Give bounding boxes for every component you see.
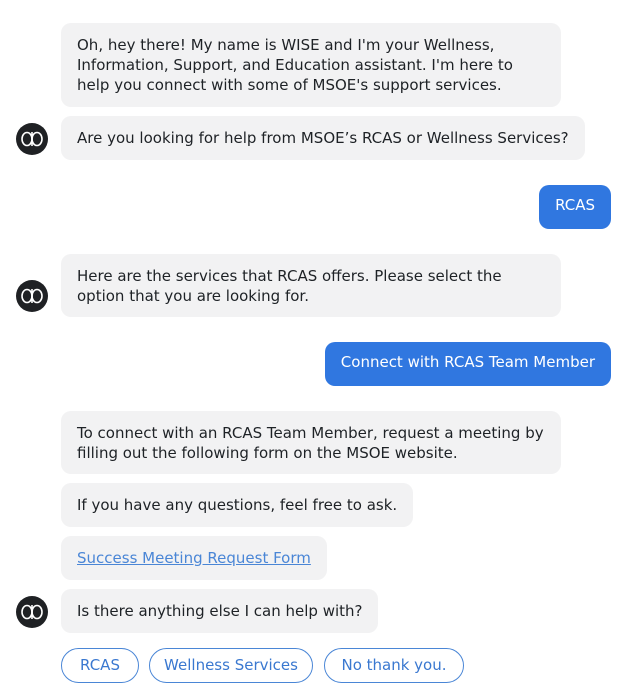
wise-bot-logo-icon bbox=[21, 288, 43, 304]
bot-message-connect-info: To connect with an RCAS Team Member, req… bbox=[61, 411, 561, 474]
bot-message-questions: If you have any questions, feel free to … bbox=[61, 483, 414, 527]
bot-message-link-bubble: Success Meeting Request Form bbox=[61, 536, 327, 580]
bot-message-anything-else: Is there anything else I can help with? bbox=[61, 589, 379, 633]
bot-message-services: Here are the services that RCAS offers. … bbox=[61, 254, 561, 317]
quick-reply-rcas-button[interactable]: RCAS bbox=[61, 648, 139, 683]
user-message-connect: Connect with RCAS Team Member bbox=[324, 342, 611, 386]
chat-transcript: Oh, hey there! My name is WISE and I'm y… bbox=[0, 0, 621, 695]
wise-bot-logo-icon bbox=[21, 131, 43, 147]
bot-avatar-icon bbox=[16, 596, 48, 628]
success-meeting-request-form-link[interactable]: Success Meeting Request Form bbox=[77, 549, 311, 567]
wise-bot-logo-icon bbox=[21, 604, 43, 620]
user-message-rcas: RCAS bbox=[539, 185, 611, 229]
bot-message-intro: Oh, hey there! My name is WISE and I'm y… bbox=[61, 23, 561, 107]
bot-message-question: Are you looking for help from MSOE’s RCA… bbox=[61, 116, 585, 160]
bot-avatar-icon bbox=[16, 123, 48, 155]
quick-reply-no-thank-you-button[interactable]: No thank you. bbox=[324, 648, 464, 683]
quick-reply-wellness-services-button[interactable]: Wellness Services bbox=[149, 648, 313, 683]
bot-avatar-icon bbox=[16, 280, 48, 312]
